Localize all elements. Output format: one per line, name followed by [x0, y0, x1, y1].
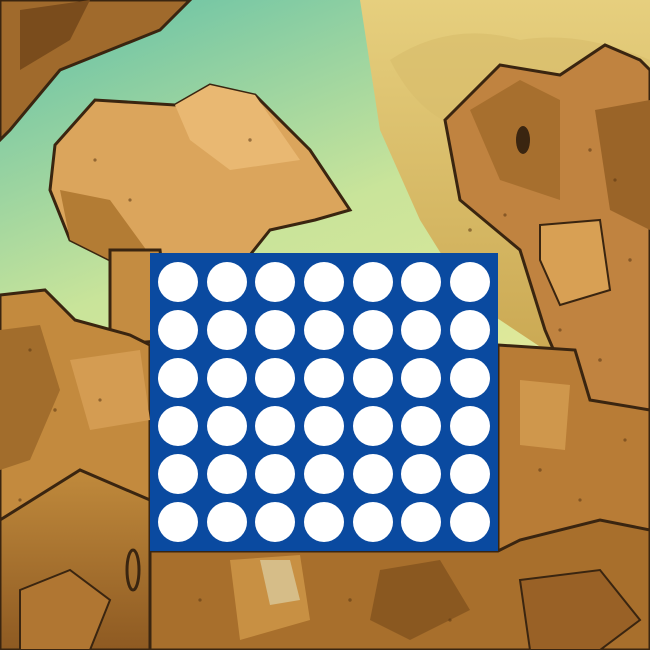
board-cell[interactable] [251, 258, 300, 306]
board-cell[interactable] [348, 402, 397, 450]
tower-window [516, 126, 530, 154]
board-cell[interactable] [203, 450, 252, 498]
board-cell[interactable] [203, 402, 252, 450]
empty-slot [401, 262, 442, 302]
board-cell[interactable] [203, 498, 252, 546]
board-cell[interactable] [203, 306, 252, 354]
board-cell[interactable] [445, 306, 494, 354]
board-cell[interactable] [251, 402, 300, 450]
empty-slot [352, 454, 393, 494]
empty-slot [158, 358, 199, 398]
empty-slot [158, 502, 199, 542]
empty-slot [352, 502, 393, 542]
board-cell[interactable] [445, 402, 494, 450]
empty-slot [352, 358, 393, 398]
empty-slot [255, 358, 296, 398]
board-cell[interactable] [348, 498, 397, 546]
empty-slot [449, 454, 490, 494]
empty-slot [158, 454, 199, 494]
empty-slot [401, 454, 442, 494]
board-cell[interactable] [300, 498, 349, 546]
board-cell[interactable] [348, 258, 397, 306]
board-cell[interactable] [203, 258, 252, 306]
board-cell[interactable] [397, 354, 446, 402]
empty-slot [158, 406, 199, 446]
board-cell[interactable] [445, 258, 494, 306]
board-cell[interactable] [251, 354, 300, 402]
board-cell[interactable] [300, 306, 349, 354]
empty-slot [449, 358, 490, 398]
empty-slot [401, 310, 442, 350]
board-cell[interactable] [300, 258, 349, 306]
board-cell[interactable] [154, 498, 203, 546]
empty-slot [352, 310, 393, 350]
board-cell[interactable] [251, 306, 300, 354]
board-cell[interactable] [397, 306, 446, 354]
empty-slot [206, 502, 247, 542]
board-cell[interactable] [154, 258, 203, 306]
empty-slot [449, 406, 490, 446]
empty-slot [352, 406, 393, 446]
board-cell[interactable] [445, 354, 494, 402]
empty-slot [206, 358, 247, 398]
empty-slot [401, 406, 442, 446]
board-cell[interactable] [397, 498, 446, 546]
board-cell[interactable] [154, 354, 203, 402]
board-cell[interactable] [251, 498, 300, 546]
empty-slot [255, 454, 296, 494]
board-cell[interactable] [154, 450, 203, 498]
empty-slot [158, 310, 199, 350]
board-cell[interactable] [300, 354, 349, 402]
empty-slot [255, 406, 296, 446]
board-cell[interactable] [348, 450, 397, 498]
empty-slot [449, 262, 490, 302]
empty-slot [303, 358, 344, 398]
board-cell[interactable] [348, 354, 397, 402]
board-cell[interactable] [251, 450, 300, 498]
empty-slot [158, 262, 199, 302]
board-cell[interactable] [154, 402, 203, 450]
empty-slot [352, 262, 393, 302]
empty-slot [206, 406, 247, 446]
empty-slot [206, 454, 247, 494]
board-cell[interactable] [154, 306, 203, 354]
empty-slot [303, 454, 344, 494]
empty-slot [255, 310, 296, 350]
board-cell[interactable] [397, 450, 446, 498]
empty-slot [255, 502, 296, 542]
connect-four-board [150, 253, 498, 551]
board-cell[interactable] [397, 402, 446, 450]
empty-slot [303, 406, 344, 446]
board-cell[interactable] [300, 450, 349, 498]
empty-slot [255, 262, 296, 302]
empty-slot [206, 262, 247, 302]
empty-slot [303, 310, 344, 350]
board-cell[interactable] [348, 306, 397, 354]
board-cell[interactable] [203, 354, 252, 402]
board-cell[interactable] [300, 402, 349, 450]
empty-slot [449, 502, 490, 542]
empty-slot [449, 310, 490, 350]
empty-slot [303, 502, 344, 542]
empty-slot [401, 502, 442, 542]
board-cell[interactable] [397, 258, 446, 306]
board-cell[interactable] [445, 498, 494, 546]
empty-slot [303, 262, 344, 302]
board-cell[interactable] [445, 450, 494, 498]
empty-slot [206, 310, 247, 350]
empty-slot [401, 358, 442, 398]
